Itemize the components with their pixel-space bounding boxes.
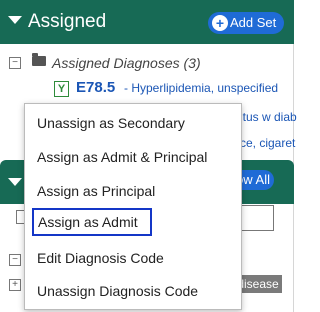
assigned-panel: Assigned + Add Set − Assigned Diagnoses … [0,0,297,312]
collapse-caret-icon[interactable] [8,16,22,24]
collapse-toggle-icon[interactable]: − [9,254,21,266]
add-set-button[interactable]: + Add Set [208,12,284,34]
yes-badge: Y [54,81,69,97]
context-menu: Unassign as Secondary Assign as Admit & … [24,103,242,310]
menu-item-unassign-diagnosis-code[interactable]: Unassign Diagnosis Code [25,274,241,308]
menu-item-unassign-secondary[interactable]: Unassign as Secondary [25,106,241,140]
menu-item-edit-diagnosis-code[interactable]: Edit Diagnosis Code [25,241,241,275]
partial-diagnosis-text[interactable]: ce, cigaret [240,136,295,150]
collapse-toggle-icon[interactable]: − [9,57,21,69]
diagnosis-row[interactable]: Y E78.5 - Hyperlipidemia, unspecified [0,78,294,100]
add-set-label: Add Set [230,15,277,30]
folder-icon [32,53,46,66]
menu-item-assign-admit[interactable]: Assign as Admit [32,208,152,236]
collapse-caret-icon[interactable] [8,178,22,186]
assigned-header[interactable]: Assigned + Add Set [0,0,294,44]
expand-toggle-icon[interactable]: + [9,279,21,291]
diagnosis-code[interactable]: E78.5 [76,79,115,96]
menu-item-assign-admit-principal[interactable]: Assign as Admit & Principal [25,140,241,174]
partial-diagnosis-text[interactable]: itus w diab [240,110,297,124]
group-label: Assigned Diagnoses (3) [52,55,201,71]
plus-icon: + [212,15,228,31]
diagnosis-description[interactable]: - Hyperlipidemia, unspecified [124,81,278,95]
panel-title: Assigned [28,11,107,32]
assigned-diagnoses-group[interactable]: − Assigned Diagnoses (3) [0,52,294,74]
menu-item-assign-principal[interactable]: Assign as Principal [25,174,241,208]
